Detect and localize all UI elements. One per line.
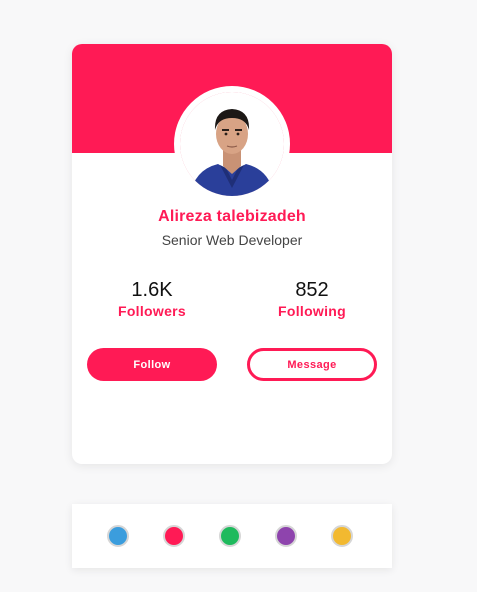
profile-name: Alireza talebizadeh [158, 208, 306, 225]
swatch-purple[interactable] [275, 525, 297, 547]
message-button[interactable]: Message [247, 348, 377, 381]
followers-count: 1.6K [131, 279, 173, 301]
profile-card: Alireza talebizadeh Senior Web Developer… [72, 44, 392, 464]
following-count: 852 [295, 279, 329, 301]
swatch-green[interactable] [219, 525, 241, 547]
follow-button[interactable]: Follow [87, 348, 217, 381]
stat-following: 852 Following [252, 278, 372, 320]
profile-role: Senior Web Developer [161, 232, 303, 248]
color-swatch-bar [72, 504, 392, 568]
swatch-yellow[interactable] [331, 525, 353, 547]
avatar [174, 86, 290, 202]
followers-label: Followers [117, 303, 187, 319]
avatar-photo [180, 92, 284, 196]
following-label: Following [277, 303, 347, 319]
swatch-pink[interactable] [163, 525, 185, 547]
swatch-blue[interactable] [107, 525, 129, 547]
stat-followers: 1.6K Followers [92, 278, 212, 320]
